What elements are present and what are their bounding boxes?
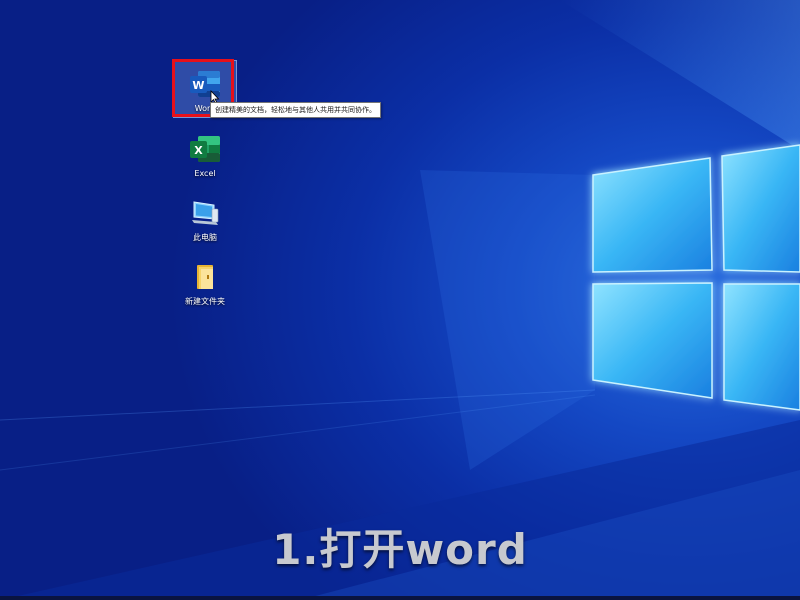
desktop-icon-new-folder[interactable]: 新建文件夹 (173, 260, 237, 307)
wallpaper (0, 0, 800, 600)
excel-icon: X (188, 132, 222, 166)
word-tooltip: 创建精美的文档，轻松地与其他人共用并共同协作。 (210, 102, 381, 118)
svg-text:X: X (194, 144, 203, 157)
windows-logo-panes (592, 144, 800, 411)
tutorial-caption: 1.打开word (272, 525, 528, 574)
desktop-icon-label: 新建文件夹 (185, 297, 225, 306)
desktop-icon-this-pc[interactable]: 此电脑 (173, 196, 237, 243)
computer-icon (188, 196, 222, 230)
folder-icon (188, 260, 222, 294)
desktop-icon-label: Excel (194, 169, 216, 178)
desktop-icon-label: 此电脑 (193, 233, 217, 242)
desktop[interactable]: W Word X Excel 此电脑 新建文件夹 创建精美的文档，轻松地与其他人… (0, 0, 800, 600)
taskbar-edge (0, 596, 800, 600)
desktop-icon-excel[interactable]: X Excel (173, 132, 237, 179)
svg-text:W: W (192, 79, 204, 92)
